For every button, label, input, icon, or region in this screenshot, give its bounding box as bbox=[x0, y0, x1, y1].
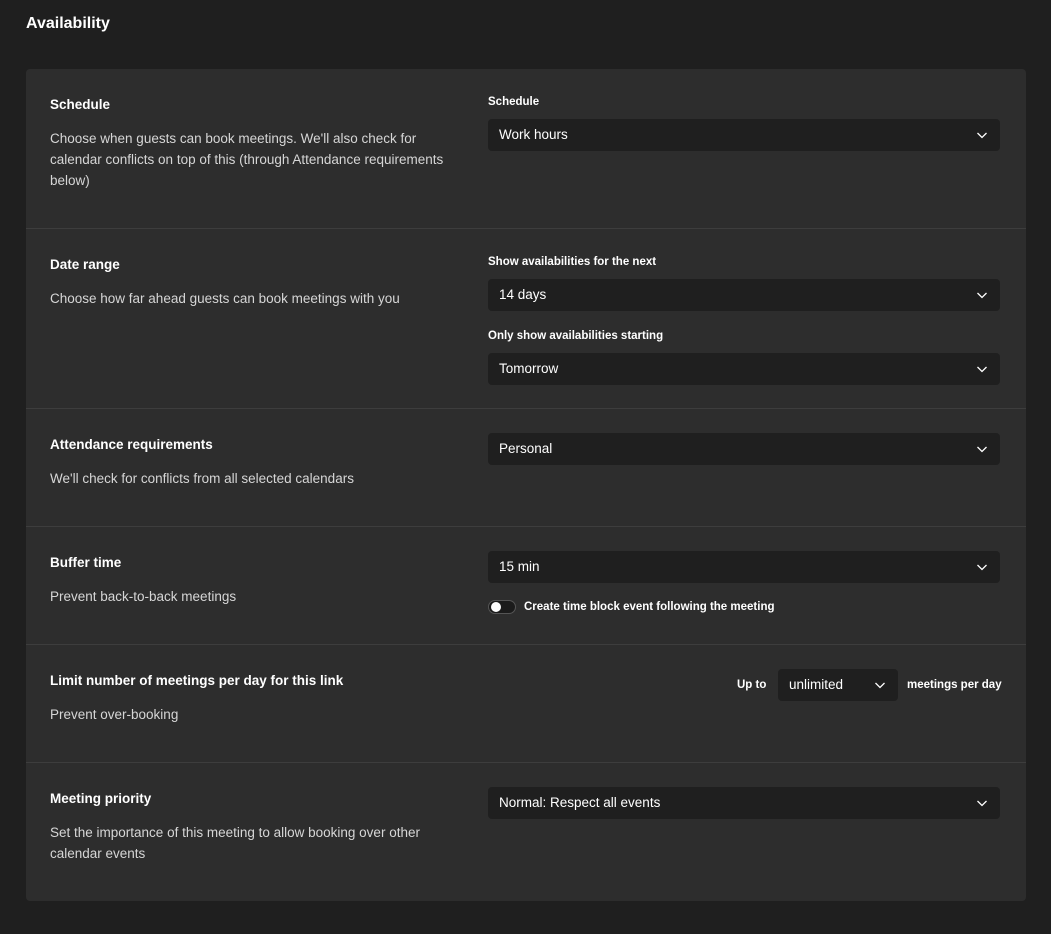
priority-dropdown[interactable]: Normal: Respect all events bbox=[488, 787, 1000, 819]
show-next-value: 14 days bbox=[499, 287, 547, 302]
limit-description: Prevent over-booking bbox=[50, 707, 179, 722]
attendance-title: Attendance requirements bbox=[50, 437, 213, 452]
schedule-title: Schedule bbox=[50, 97, 111, 112]
schedule-description: Choose when guests can book meetings. We… bbox=[50, 131, 444, 188]
time-block-toggle-label: Create time block event following the me… bbox=[524, 601, 775, 613]
chevron-down-icon bbox=[875, 682, 885, 689]
toggle-knob bbox=[491, 602, 501, 612]
priority-value: Normal: Respect all events bbox=[499, 795, 661, 810]
buffer-description: Prevent back-to-back meetings bbox=[50, 589, 237, 604]
priority-section: Meeting priority Set the importance of t… bbox=[26, 762, 1026, 902]
date-range-section: Date range Choose how far ahead guests c… bbox=[26, 228, 1026, 409]
attendance-section: Attendance requirements We'll check for … bbox=[26, 408, 1026, 527]
date-range-description: Choose how far ahead guests can book mee… bbox=[50, 291, 400, 306]
buffer-section: Buffer time Prevent back-to-back meeting… bbox=[26, 526, 1026, 645]
schedule-dropdown[interactable]: Work hours bbox=[488, 119, 1000, 151]
schedule-section: Schedule Choose when guests can book mee… bbox=[26, 69, 1026, 228]
buffer-title: Buffer time bbox=[50, 555, 122, 570]
chevron-down-icon bbox=[977, 564, 987, 571]
attendance-dropdown[interactable]: Personal bbox=[488, 433, 1000, 465]
page-title: Availability bbox=[26, 15, 110, 32]
start-dropdown[interactable]: Tomorrow bbox=[488, 353, 1000, 385]
show-next-label: Show availabilities for the next bbox=[488, 256, 657, 268]
schedule-dropdown-value: Work hours bbox=[499, 127, 568, 142]
limit-title: Limit number of meetings per day for thi… bbox=[50, 673, 344, 688]
priority-title: Meeting priority bbox=[50, 791, 152, 806]
start-label: Only show availabilities starting bbox=[488, 330, 664, 342]
time-block-toggle[interactable] bbox=[488, 600, 516, 614]
priority-description: Set the importance of this meeting to al… bbox=[50, 825, 420, 861]
limit-suffix: meetings per day bbox=[907, 679, 1002, 691]
chevron-down-icon bbox=[977, 366, 987, 373]
attendance-description: We'll check for conflicts from all selec… bbox=[50, 471, 354, 486]
chevron-down-icon bbox=[977, 446, 987, 453]
attendance-value: Personal bbox=[499, 441, 553, 456]
limit-dropdown[interactable]: unlimited bbox=[778, 669, 898, 701]
limit-value: unlimited bbox=[789, 677, 844, 692]
schedule-field-label: Schedule bbox=[488, 96, 540, 108]
date-range-title: Date range bbox=[50, 257, 120, 272]
show-next-dropdown[interactable]: 14 days bbox=[488, 279, 1000, 311]
start-value: Tomorrow bbox=[499, 361, 559, 376]
limit-section: Limit number of meetings per day for thi… bbox=[26, 644, 1026, 763]
chevron-down-icon bbox=[977, 292, 987, 299]
availability-card: Schedule Choose when guests can book mee… bbox=[26, 69, 1026, 901]
limit-prefix: Up to bbox=[737, 679, 767, 691]
buffer-dropdown[interactable]: 15 min bbox=[488, 551, 1000, 583]
chevron-down-icon bbox=[977, 132, 987, 139]
buffer-value: 15 min bbox=[499, 559, 540, 574]
chevron-down-icon bbox=[977, 800, 987, 807]
